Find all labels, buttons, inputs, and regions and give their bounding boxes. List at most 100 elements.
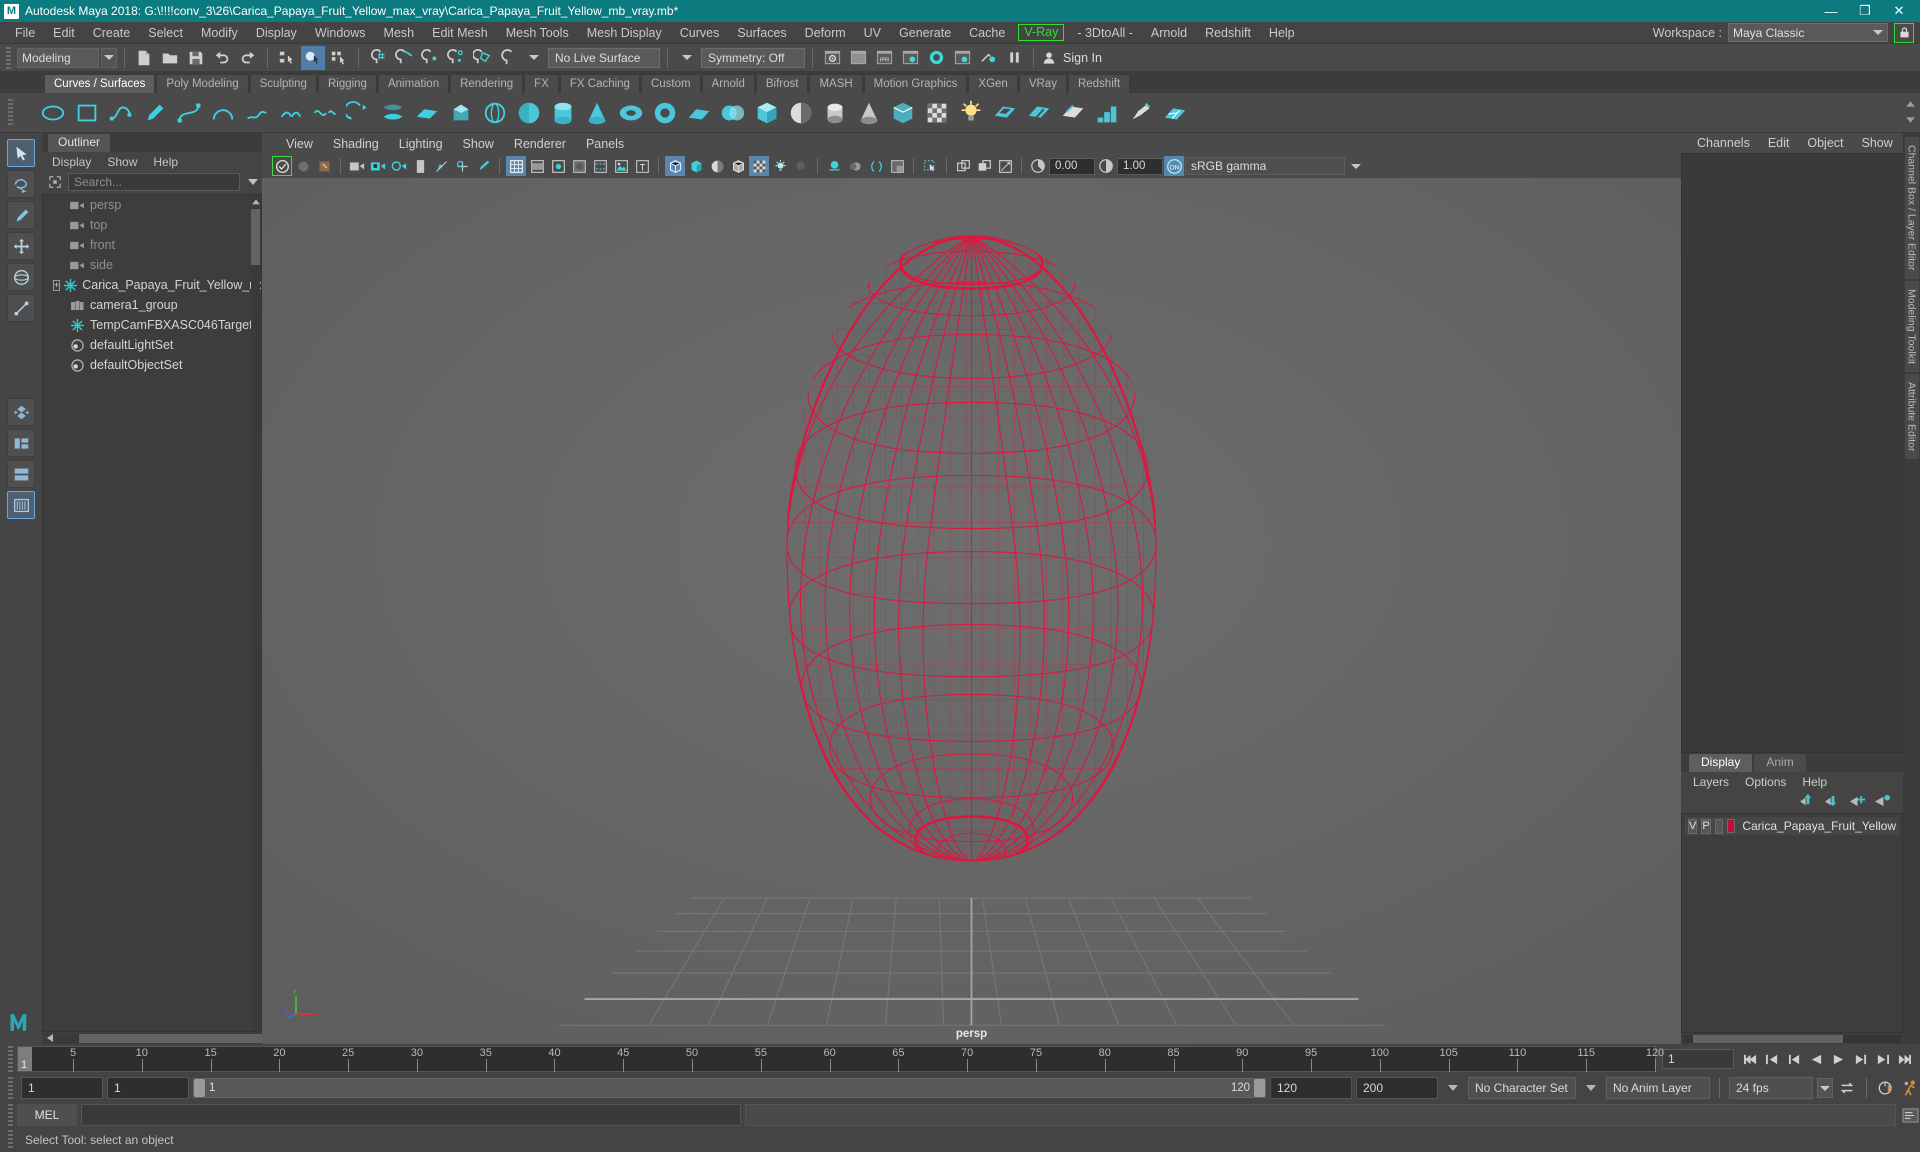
shelf-tab-custom[interactable]: Custom [640,74,701,93]
render-region-button[interactable] [846,46,870,70]
gamma-field[interactable]: 1.00 [1117,157,1163,175]
shelf-tab-animation[interactable]: Animation [377,74,450,93]
layer-visibility-toggle[interactable]: V [1688,818,1698,834]
range-start-handle[interactable] [194,1079,205,1097]
command-output-field[interactable] [745,1104,1896,1126]
shelf-button-arc-curve[interactable] [208,98,238,128]
menu-mesh-display[interactable]: Mesh Display [578,22,671,44]
select-by-component-button[interactable] [327,46,351,70]
shelf-tab-rigging[interactable]: Rigging [317,74,377,93]
shelf-button-untrim[interactable] [1058,98,1088,128]
menu-mesh-tools[interactable]: Mesh Tools [497,22,578,44]
shelf-button-square-primitive[interactable] [684,98,714,128]
undo-button[interactable] [210,46,234,70]
go-to-end-button[interactable] [1894,1048,1914,1070]
outliner-item-front[interactable]: front [43,235,261,255]
viewport-menu-lighting[interactable]: Lighting [389,137,453,151]
menu-file[interactable]: File [6,22,44,44]
command-line-grip[interactable] [8,1104,13,1126]
select-by-object-button[interactable] [301,45,325,70]
pause-render-button[interactable] [1002,46,1026,70]
field-chart-button[interactable] [569,156,589,176]
shelf-tab-motion-graphics[interactable]: Motion Graphics [863,74,968,93]
anim-layer-chevron-down-icon[interactable] [1586,1085,1596,1091]
shelf-button-light-setup[interactable] [956,98,986,128]
playback-speed-dropdown-arrow[interactable] [1817,1078,1833,1098]
display-layer-row[interactable]: V P Carica_Papaya_Fruit_Yellow [1685,817,1899,835]
hypershade-button[interactable] [924,46,948,70]
command-input-field[interactable] [81,1104,741,1126]
shelf-button-detach-curve[interactable] [310,98,340,128]
outliner-item-side[interactable]: side [43,255,261,275]
safe-title-button[interactable] [611,156,631,176]
vtab-channel-box-layer-editor[interactable]: Channel Box / Layer Editor [1904,137,1919,279]
lighting-toggle-button[interactable] [770,156,790,176]
render-view-button[interactable] [950,46,974,70]
command-language-button[interactable]: MEL [17,1104,77,1126]
step-back-key-button[interactable] [1762,1048,1782,1070]
new-layer-from-selected-button[interactable] [1874,793,1891,811]
shadows-toggle-button[interactable] [791,156,811,176]
character-set-field[interactable]: No Character Set [1468,1077,1576,1099]
shaded-display-button[interactable] [686,156,706,176]
shelf-button-cylinder-nurbs[interactable] [820,98,850,128]
shelf-button-trim-tool[interactable] [922,98,952,128]
range-end-handle[interactable] [1254,1079,1265,1097]
menu-edit[interactable]: Edit [44,22,84,44]
workspace-dropdown[interactable]: Maya Classic [1728,23,1888,42]
image-plane-button[interactable] [410,156,430,176]
menu-select[interactable]: Select [139,22,192,44]
shelf-tab-vray[interactable]: VRay [1018,74,1067,93]
search-filter-chevron-down-icon[interactable] [248,179,258,185]
viewport-menu-view[interactable]: View [276,137,323,151]
new-scene-button[interactable] [132,46,156,70]
live-surface-field[interactable]: No Live Surface [548,47,660,68]
viewport-3d-canvas[interactable]: y x z persp [262,178,1681,1044]
statusline-grip[interactable] [6,46,11,69]
shelf-button-sphere-primitive[interactable] [514,98,544,128]
playback-start-field[interactable]: 1 [107,1077,189,1099]
shelf-button-circle-curve[interactable] [38,98,68,128]
shelf-tab-bifrost[interactable]: Bifrost [755,74,809,93]
resolution-gate-button[interactable] [548,156,568,176]
scale-tool-button[interactable] [7,294,35,322]
minimize-button[interactable]: — [1814,0,1848,22]
shelf-button-cone-nurbs[interactable] [854,98,884,128]
shelf-button-torus-primitive[interactable] [616,98,646,128]
color-space-dropdown[interactable]: sRGB gamma [1185,157,1345,175]
render-current-frame-button[interactable] [820,46,844,70]
shelf-button-revolve-surface[interactable] [480,98,510,128]
outliner-item-top[interactable]: top [43,215,261,235]
gamma-button[interactable] [1096,156,1116,176]
menu-curves[interactable]: Curves [671,22,729,44]
motion-blur-button[interactable] [845,156,865,176]
loop-playback-button[interactable] [1837,1077,1857,1099]
range-slider-grip[interactable] [8,1077,13,1099]
shelf-scroll-down-icon[interactable] [1904,113,1916,127]
menu-deform[interactable]: Deform [796,22,855,44]
menu-modify[interactable]: Modify [192,22,247,44]
hscroll-thumb[interactable] [79,1033,291,1043]
shelf-scroll-up-icon[interactable] [1904,97,1916,111]
layer-type-toggle[interactable] [1714,818,1724,834]
menu-surfaces[interactable]: Surfaces [728,22,795,44]
shelf-tab-rendering[interactable]: Rendering [450,74,524,93]
shelf-button-project-curve[interactable] [1092,98,1122,128]
expand-toggle-icon[interactable]: + [53,279,61,291]
lasso-select-tool-button[interactable] [7,170,35,198]
outliner-item-camera1-group[interactable]: camera1_group [43,295,261,315]
shelf-button-cube-primitive[interactable] [752,98,782,128]
channel-box-content[interactable] [1681,153,1903,753]
menu-edit-mesh[interactable]: Edit Mesh [423,22,497,44]
safe-action-button[interactable] [590,156,610,176]
anim-layer-field[interactable]: No Anim Layer [1606,1077,1710,1099]
script-editor-button[interactable] [1900,1104,1920,1126]
move-layer-up-button[interactable] [1799,793,1816,811]
menu-vray[interactable]: V-Ray [1018,24,1065,41]
menuset-dropdown[interactable]: Modeling [17,47,99,68]
outliner-item-persp[interactable]: persp [43,195,261,215]
make-live-options-button[interactable] [522,46,546,70]
open-scene-button[interactable] [158,46,182,70]
snap-to-curve-button[interactable] [392,46,416,70]
two-dimensional-pan-zoom-button[interactable] [431,156,451,176]
